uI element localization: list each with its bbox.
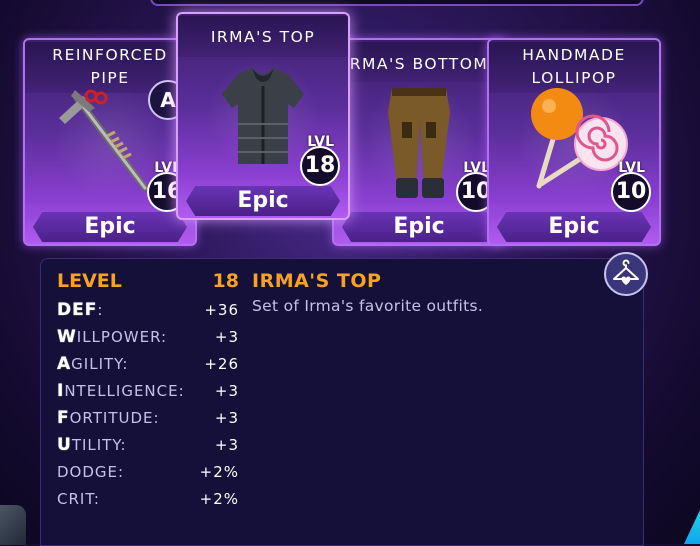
item-card-irmas-bottom[interactable]: RMA'S BOTTOM LVL 10 Epic xyxy=(332,38,506,246)
stat-initial: I xyxy=(57,381,65,401)
top-panel-edge xyxy=(150,0,644,6)
corner-decoration xyxy=(684,510,700,544)
stat-row-crit: CRIT: +2% xyxy=(57,486,239,513)
stat-value: +3 xyxy=(214,382,239,400)
item-card-reinforced-pipe[interactable]: REINFORCED PIPE LVL 16 Epic xyxy=(23,38,197,246)
stat-name: TILITY: xyxy=(71,436,127,454)
rarity-label: Epic xyxy=(342,212,496,242)
stat-row-fortitude: F ORTITUDE: +3 xyxy=(57,405,239,432)
rarity-label: Epic xyxy=(33,212,187,242)
stat-name: NTELLIGENCE: xyxy=(64,382,185,400)
item-card-irmas-top[interactable]: IRMA'S TOP LVL 18 Epic xyxy=(176,12,350,220)
item-card-handmade-lollipop[interactable]: HANDMADE LOLLIPOP LVL 10 Epic xyxy=(487,38,661,246)
stat-name: DODGE: xyxy=(57,463,125,481)
level-label: LEVEL xyxy=(57,270,122,292)
stat-initial: U xyxy=(57,435,72,455)
item-card-name: IRMA'S TOP xyxy=(178,16,348,57)
level-value: 18 xyxy=(212,270,239,292)
corner-decoration xyxy=(0,505,26,545)
stat-row-def: DEF: +36 xyxy=(57,297,239,324)
stat-name: GILITY: xyxy=(71,355,129,373)
stat-row-intelligence: I NTELLIGENCE: +3 xyxy=(57,378,239,405)
stat-value: +2% xyxy=(199,463,239,481)
stat-value: +2% xyxy=(199,490,239,508)
stat-initial: A xyxy=(57,354,72,374)
item-level-badge: 18 xyxy=(300,146,340,186)
item-title: IRMA'S TOP xyxy=(252,270,382,292)
item-card-name: RMA'S BOTTOM xyxy=(334,42,504,82)
pants-icon xyxy=(388,88,450,198)
stat-value: +36 xyxy=(204,301,239,319)
stat-row-agility: A GILITY: +26 xyxy=(57,351,239,378)
stat-name: ILLPOWER: xyxy=(76,328,168,346)
stat-initial: W xyxy=(57,327,77,347)
level-row: LEVEL 18 xyxy=(57,267,239,295)
stat-row-willpower: W ILLPOWER: +3 xyxy=(57,324,239,351)
stat-value: +26 xyxy=(204,355,239,373)
stat-value: +3 xyxy=(214,409,239,427)
hanger-heart-icon xyxy=(613,259,639,285)
stat-row-utility: U TILITY: +3 xyxy=(57,432,239,459)
item-details-panel: LEVEL 18 DEF: +36 W ILLPOWER: +3 A GILITY:… xyxy=(40,258,644,546)
stat-initial: DEF xyxy=(57,300,98,320)
stat-name: : xyxy=(97,301,104,319)
stat-name: ORTITUDE: xyxy=(69,409,160,427)
wardrobe-button[interactable] xyxy=(604,252,648,296)
rarity-label: Epic xyxy=(186,186,340,216)
item-level-badge: 10 xyxy=(611,172,651,212)
stat-row-dodge: DODGE: +2% xyxy=(57,459,239,486)
stats-list: LEVEL 18 DEF: +36 W ILLPOWER: +3 A GILITY:… xyxy=(57,267,239,513)
rarity-label: Epic xyxy=(497,212,651,242)
stat-value: +3 xyxy=(214,328,239,346)
stat-value: +3 xyxy=(214,436,239,454)
stat-name: CRIT: xyxy=(57,490,100,508)
stat-initial: F xyxy=(57,408,70,428)
item-description: Set of Irma's favorite outfits. xyxy=(252,297,484,315)
